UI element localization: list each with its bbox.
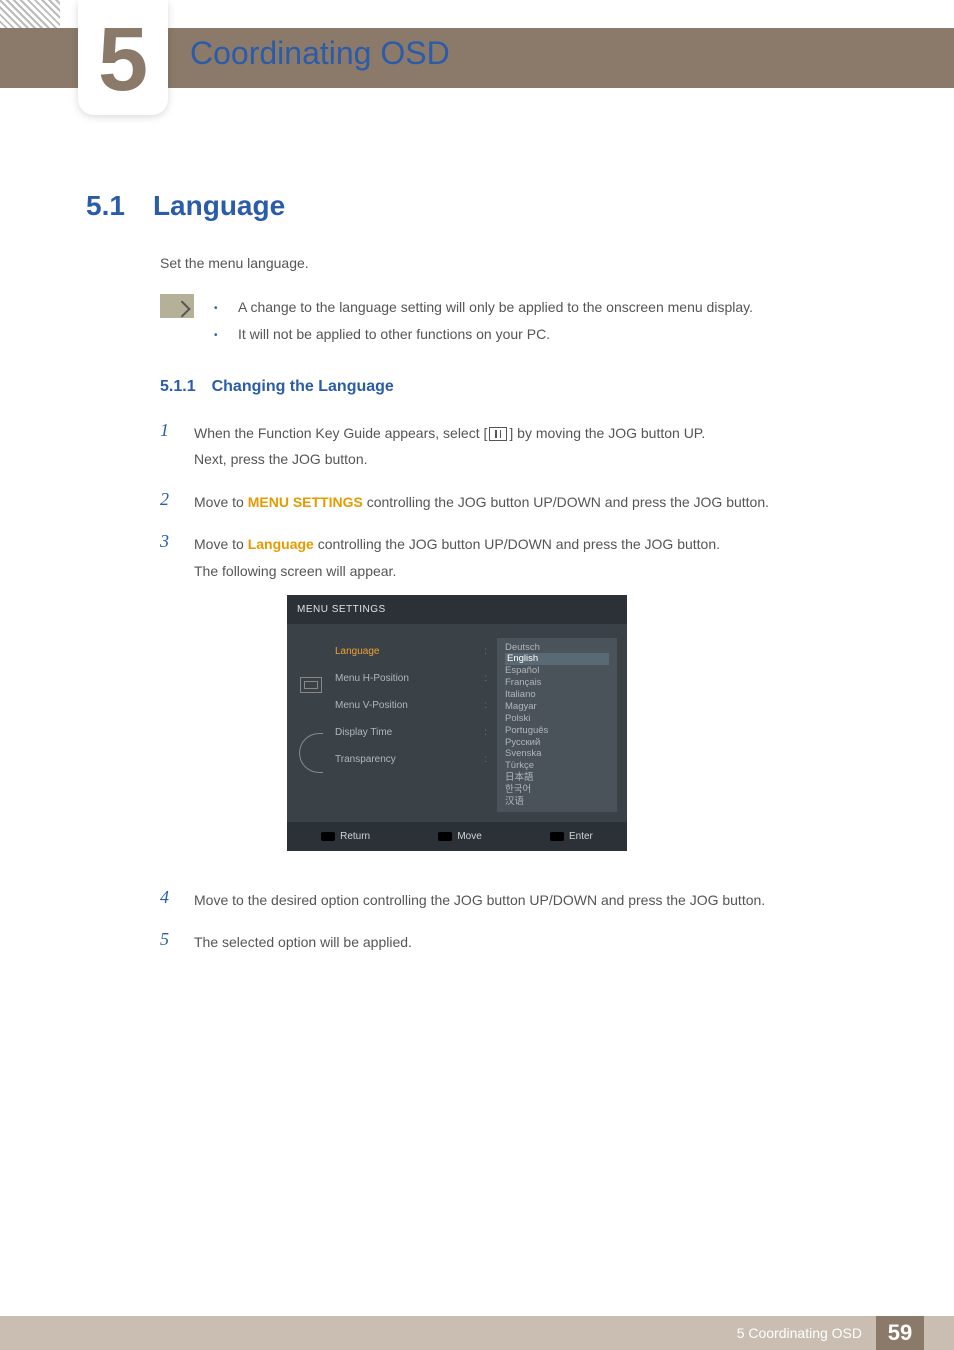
page-footer: 5 Coordinating OSD 59	[0, 1316, 954, 1350]
step-number: 3	[160, 531, 174, 870]
osd-left-icons	[297, 638, 325, 812]
section-heading: 5.1 Language	[86, 190, 868, 222]
note-icon	[160, 294, 194, 318]
menu-icon	[489, 427, 507, 441]
step-number: 1	[160, 420, 174, 473]
section-number: 5.1	[86, 190, 125, 222]
highlight: MENU SETTINGS	[248, 494, 363, 510]
arc-icon	[299, 733, 323, 773]
jog-icon	[300, 677, 322, 693]
osd-return: Return	[321, 827, 370, 846]
step-5: 5 The selected option will be applied.	[160, 929, 868, 956]
step-text: Move to MENU SETTINGS controlling the JO…	[194, 489, 769, 516]
osd-enter: Enter	[550, 827, 593, 846]
label: Menu H-Position	[335, 669, 409, 688]
text: The following screen will appear.	[194, 563, 396, 579]
text: Next, press the JOG button.	[194, 451, 368, 467]
step-number: 2	[160, 489, 174, 516]
osd-language-list: Deutsch English Español Français Italian…	[497, 638, 617, 812]
label: Language	[335, 642, 380, 661]
chapter-number-box: 5	[78, 0, 168, 115]
section-title: Language	[153, 190, 285, 222]
osd-menu-item: Menu V-Position:	[335, 692, 487, 719]
lang-option: Türkçe	[505, 760, 609, 772]
step-2: 2 Move to MENU SETTINGS controlling the …	[160, 489, 868, 516]
highlight: Language	[248, 536, 314, 552]
label: Display Time	[335, 723, 392, 742]
osd-menu-item: Menu H-Position:	[335, 665, 487, 692]
note-item: It will not be applied to other function…	[214, 321, 753, 348]
note-block: A change to the language setting will on…	[160, 294, 868, 347]
osd-body: Language: Menu H-Position: Menu V-Positi…	[287, 624, 627, 822]
osd-menu: Language: Menu H-Position: Menu V-Positi…	[335, 638, 487, 812]
step-3: 3 Move to Language controlling the JOG b…	[160, 531, 868, 870]
osd-menu-item-selected: Language:	[335, 638, 487, 665]
colon: :	[484, 723, 487, 742]
text: Move to	[194, 536, 248, 552]
intro-paragraph: Set the menu language.	[160, 252, 868, 274]
osd-title: MENU SETTINGS	[287, 595, 627, 624]
steps-list: 1 When the Function Key Guide appears, s…	[160, 420, 868, 956]
text: Move to	[194, 494, 248, 510]
note-list: A change to the language setting will on…	[214, 294, 753, 347]
osd-screenshot: MENU SETTINGS Language: Menu H-Position:…	[287, 595, 627, 851]
text: ] by moving the JOG button UP.	[509, 425, 705, 441]
footer-text: 5 Coordinating OSD	[737, 1325, 862, 1341]
osd-move: Move	[438, 827, 481, 846]
text: controlling the JOG button UP/DOWN and p…	[363, 494, 769, 510]
lang-option: Magyar	[505, 701, 609, 713]
step-number: 4	[160, 887, 174, 914]
lang-option: Français	[505, 677, 609, 689]
osd-footer: Return Move Enter	[287, 822, 627, 851]
colon: :	[484, 642, 487, 661]
label: Menu V-Position	[335, 696, 408, 715]
step-text: Move to the desired option controlling t…	[194, 887, 765, 914]
lang-option: 汉语	[505, 796, 609, 808]
colon: :	[484, 696, 487, 715]
osd-menu-item: Display Time:	[335, 719, 487, 746]
lang-option: Português	[505, 725, 609, 737]
lang-option: Español	[505, 665, 609, 677]
footer-page-number: 59	[876, 1316, 924, 1350]
subsection-heading: 5.1.1 Changing the Language	[160, 378, 868, 396]
lang-option: 日本語	[505, 772, 609, 784]
lang-option-selected: English	[505, 653, 609, 665]
lang-option: Deutsch	[505, 642, 609, 654]
text: When the Function Key Guide appears, sel…	[194, 425, 487, 441]
decorative-hatch	[0, 0, 60, 30]
page-content: 5.1 Language Set the menu language. A ch…	[86, 190, 868, 972]
lang-option: Svenska	[505, 748, 609, 760]
lang-option: 한국어	[505, 784, 609, 796]
chapter-title: Coordinating OSD	[190, 35, 450, 72]
note-item: A change to the language setting will on…	[214, 294, 753, 321]
step-number: 5	[160, 929, 174, 956]
lang-option: Polski	[505, 713, 609, 725]
step-1: 1 When the Function Key Guide appears, s…	[160, 420, 868, 473]
subsection-number: 5.1.1	[160, 378, 196, 396]
subsection-title: Changing the Language	[212, 378, 394, 396]
step-4: 4 Move to the desired option controlling…	[160, 887, 868, 914]
osd-menu-item: Transparency:	[335, 746, 487, 773]
lang-option: Italiano	[505, 689, 609, 701]
colon: :	[484, 669, 487, 688]
step-text: The selected option will be applied.	[194, 929, 412, 956]
colon: :	[484, 750, 487, 769]
lang-option: Русский	[505, 737, 609, 749]
step-text: Move to Language controlling the JOG but…	[194, 531, 720, 870]
chapter-number: 5	[98, 15, 148, 105]
label: Transparency	[335, 750, 396, 769]
text: controlling the JOG button UP/DOWN and p…	[314, 536, 720, 552]
step-text: When the Function Key Guide appears, sel…	[194, 420, 705, 473]
